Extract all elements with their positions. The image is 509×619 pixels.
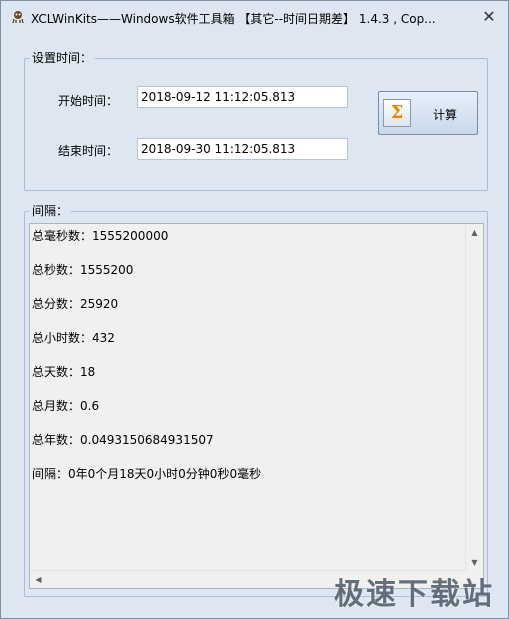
scroll-up-icon[interactable]: ▲ [466,224,483,241]
calculate-button[interactable]: Σ 计算 [378,91,478,135]
close-icon: ✕ [482,7,496,26]
vertical-scrollbar[interactable]: ▲ ▼ [465,224,483,571]
start-time-input[interactable] [137,86,348,108]
app-window: XCLWinKits——Windows软件工具箱 【其它--时间日期差】 1.4… [0,0,509,619]
app-logo-icon [12,11,24,24]
settings-group-label: 设置时间： [29,49,96,66]
sigma-icon: Σ [383,99,411,127]
result-line-interval: 间隔：0年0个月18天0小时0分钟0秒0毫秒 [32,467,262,481]
result-line-total-ms: 总毫秒数：1555200000 [32,229,169,243]
title-bar[interactable]: XCLWinKits——Windows软件工具箱 【其它--时间日期差】 1.4… [1,1,508,33]
result-line-total-months: 总月数：0.6 [32,399,100,413]
result-line-total-years: 总年数：0.0493150684931507 [32,433,214,447]
window-title: XCLWinKits——Windows软件工具箱 【其它--时间日期差】 1.4… [31,12,436,26]
result-line-total-hours: 总小时数：432 [32,331,115,345]
calculate-button-label: 计算 [433,108,458,122]
sigma-glyph: Σ [390,102,404,123]
result-line-total-minutes: 总分数：25920 [32,297,119,311]
result-line-total-seconds: 总秒数：1555200 [32,263,134,277]
result-textbox[interactable]: 总毫秒数：1555200000 总秒数：1555200 总分数：25920 总小… [29,223,484,589]
end-time-label: 结束时间： [58,144,119,158]
watermark-logo: 极速下载站 [334,577,494,612]
close-button[interactable]: ✕ [479,7,499,27]
scroll-left-icon[interactable]: ◀ [30,571,47,588]
start-time-label: 开始时间： [58,94,119,108]
result-line-total-days: 总天数：18 [32,365,96,379]
end-time-input[interactable] [137,138,348,160]
interval-group-label: 间隔： [29,202,72,219]
